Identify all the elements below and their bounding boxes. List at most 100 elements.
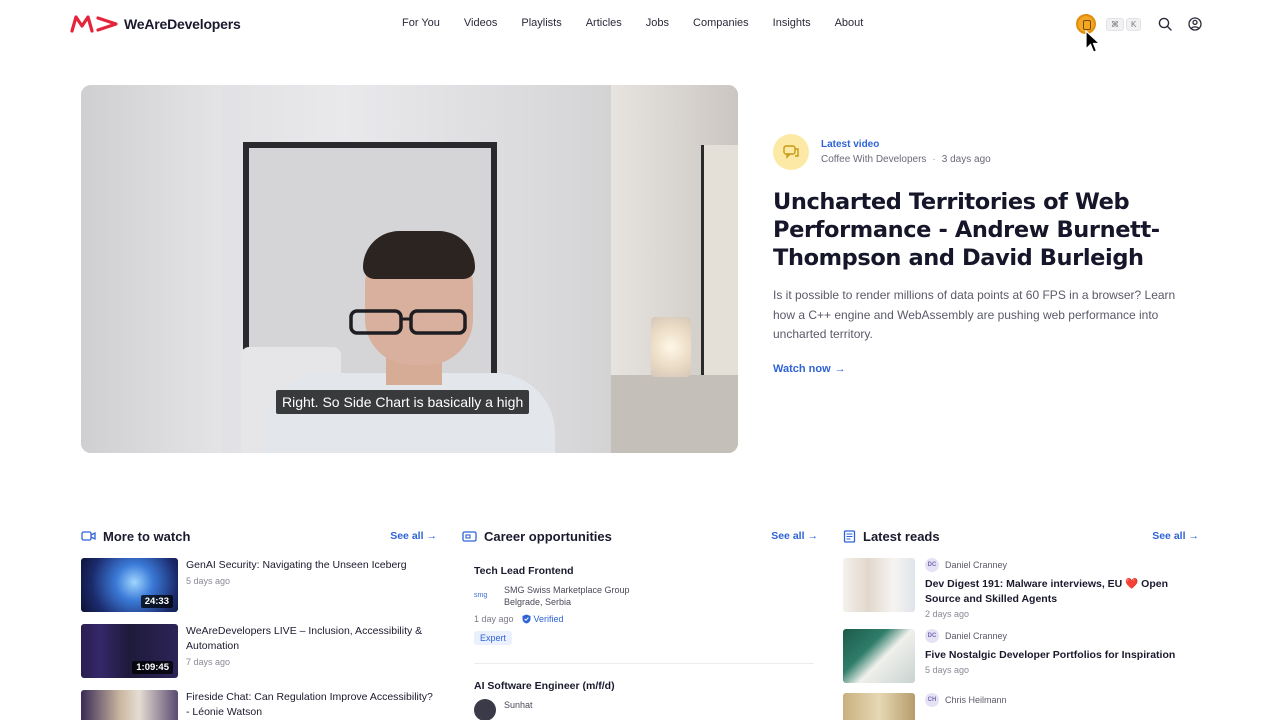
nav-videos[interactable]: Videos xyxy=(464,17,497,29)
briefcase-icon xyxy=(462,531,477,542)
speaker-hair xyxy=(363,231,475,279)
video-thumbnail[interactable]: 24:33 xyxy=(81,558,178,612)
video-scene-counter xyxy=(611,375,738,453)
mouse-cursor-icon xyxy=(1085,30,1101,53)
job-location: Belgrade, Serbia xyxy=(504,597,572,607)
hero-title[interactable]: Uncharted Territories of Web Performance… xyxy=(773,188,1198,272)
job-title[interactable]: Tech Lead Frontend xyxy=(474,565,818,577)
see-all-label: See all xyxy=(390,530,424,542)
nav-playlists[interactable]: Playlists xyxy=(521,17,561,29)
nav-companies[interactable]: Companies xyxy=(693,17,749,29)
job-card[interactable]: AI Software Engineer (m/f/d) Sunhat xyxy=(462,680,818,720)
video-camera-icon xyxy=(81,531,96,541)
see-all-articles-link[interactable]: See all → xyxy=(1152,530,1199,542)
shield-check-icon xyxy=(522,614,531,624)
article-date: 2 days ago xyxy=(925,609,970,619)
video-scene-lamp xyxy=(651,317,691,377)
career-opportunities-section: Career opportunities See all → Tech Lead … xyxy=(462,527,818,720)
job-card[interactable]: Tech Lead Frontend smg SMG Swiss Marketp… xyxy=(462,565,818,646)
list-item[interactable]: 24:33 GenAI Security: Navigating the Uns… xyxy=(81,558,437,612)
video-thumbnail[interactable]: 1:09:45 xyxy=(81,624,178,678)
list-item[interactable]: DC Daniel Cranney Dev Digest 191: Malwar… xyxy=(843,558,1199,619)
nav-jobs[interactable]: Jobs xyxy=(646,17,669,29)
section-title: Latest reads xyxy=(863,528,940,544)
company-logo: smg xyxy=(474,591,488,599)
hero-badge: Latest video Coffee With Developers · 3 da… xyxy=(773,134,1198,170)
shortcut-key-cmd: ⌘ xyxy=(1106,17,1124,31)
watch-now-link[interactable]: Watch now → xyxy=(773,363,846,375)
watch-now-label: Watch now xyxy=(773,362,831,375)
verified-label: Verified xyxy=(533,614,564,624)
video-thumbnail[interactable] xyxy=(81,690,178,720)
see-all-videos-link[interactable]: See all → xyxy=(390,530,437,542)
section-title: More to watch xyxy=(103,528,191,544)
see-all-label: See all xyxy=(1152,530,1186,542)
site-header: WeAreDevelopers For You Videos Playlists… xyxy=(0,0,1278,53)
arrow-right-icon: → xyxy=(834,362,846,375)
latest-video-label: Latest video xyxy=(821,139,880,150)
arrow-right-icon: → xyxy=(426,530,438,542)
author-avatar: CH xyxy=(925,693,939,707)
nav-about[interactable]: About xyxy=(835,17,864,29)
list-item[interactable]: CH Chris Heilmann xyxy=(843,693,1199,720)
more-to-watch-section: More to watch See all → 24:33 GenAI Secur… xyxy=(81,527,437,720)
section-title: Career opportunities xyxy=(484,528,612,544)
job-title[interactable]: AI Software Engineer (m/f/d) xyxy=(474,680,818,692)
article-thumbnail[interactable] xyxy=(843,629,915,683)
video-date: 7 days ago xyxy=(186,657,231,667)
divider xyxy=(474,663,814,664)
job-age: 1 day ago xyxy=(474,614,514,624)
main-nav: For You Videos Playlists Articles Jobs C… xyxy=(402,17,887,29)
hero-info: Latest video Coffee With Developers · 3 da… xyxy=(773,134,1198,377)
article-thumbnail[interactable] xyxy=(843,693,915,720)
video-scene-door xyxy=(701,145,738,395)
user-account-icon[interactable] xyxy=(1187,16,1203,32)
channel-name[interactable]: Coffee With Developers xyxy=(821,154,926,165)
video-date: 5 days ago xyxy=(186,576,231,586)
speaker-glasses xyxy=(349,309,467,335)
author-name[interactable]: Daniel Cranney xyxy=(945,560,1007,570)
search-icon[interactable] xyxy=(1157,16,1173,32)
video-duration: 1:09:45 xyxy=(132,661,173,674)
hero-age: 3 days ago xyxy=(941,154,991,165)
author-avatar: DC xyxy=(925,629,939,643)
list-item[interactable]: 1:09:45 WeAreDevelopers LIVE – Inclusion… xyxy=(81,624,437,678)
nav-for-you[interactable]: For You xyxy=(402,17,440,29)
hero-description: Is it possible to render millions of dat… xyxy=(773,288,1176,341)
video-scene-wall xyxy=(81,85,221,453)
arrow-right-icon: → xyxy=(1188,530,1200,542)
verified-badge: Verified xyxy=(522,614,564,624)
author-avatar: DC xyxy=(925,558,939,572)
company-logo xyxy=(474,699,496,720)
wearedevelopers-logo-icon xyxy=(70,15,118,33)
author-name[interactable]: Chris Heilmann xyxy=(945,695,1007,705)
nav-insights[interactable]: Insights xyxy=(773,17,811,29)
video-subtitle-caption: Right. So Side Chart is basically a high xyxy=(276,390,530,414)
meta-separator: · xyxy=(932,154,936,165)
arrow-right-icon: → xyxy=(807,530,819,542)
nav-articles[interactable]: Articles xyxy=(586,17,622,29)
article-title[interactable]: Dev Digest 191: Malware interviews, EU ❤… xyxy=(925,577,1199,607)
logo[interactable]: WeAreDevelopers xyxy=(70,14,241,34)
see-all-jobs-link[interactable]: See all → xyxy=(771,530,818,542)
article-thumbnail[interactable] xyxy=(843,558,915,612)
list-item[interactable]: DC Daniel Cranney Five Nostalgic Develop… xyxy=(843,629,1199,683)
hero-video-player[interactable]: Right. So Side Chart is basically a high xyxy=(81,85,738,453)
article-title[interactable]: Five Nostalgic Developer Portfolios for … xyxy=(925,648,1175,663)
company-name: SMG Swiss Marketplace Group xyxy=(504,585,630,595)
see-all-label: See all xyxy=(771,530,805,542)
author-name[interactable]: Daniel Cranney xyxy=(945,631,1007,641)
article-icon xyxy=(843,529,856,543)
shortcut-key-k: K xyxy=(1126,17,1142,31)
video-title[interactable]: Fireside Chat: Can Regulation Improve Ac… xyxy=(186,690,437,720)
seniority-tag: Expert xyxy=(474,631,513,645)
latest-reads-section: Latest reads See all → DC Daniel Cranney … xyxy=(843,527,1199,720)
chat-bubble-icon xyxy=(773,134,809,170)
hero-meta: Coffee With Developers · 3 days ago xyxy=(821,154,991,165)
video-title[interactable]: GenAI Security: Navigating the Unseen Ic… xyxy=(186,558,407,573)
video-title[interactable]: WeAreDevelopers LIVE – Inclusion, Access… xyxy=(186,624,437,654)
article-date: 5 days ago xyxy=(925,665,970,675)
search-shortcut[interactable]: ⌘ K xyxy=(1106,17,1143,31)
company-name: Sunhat xyxy=(504,700,533,710)
list-item[interactable]: Fireside Chat: Can Regulation Improve Ac… xyxy=(81,690,437,720)
